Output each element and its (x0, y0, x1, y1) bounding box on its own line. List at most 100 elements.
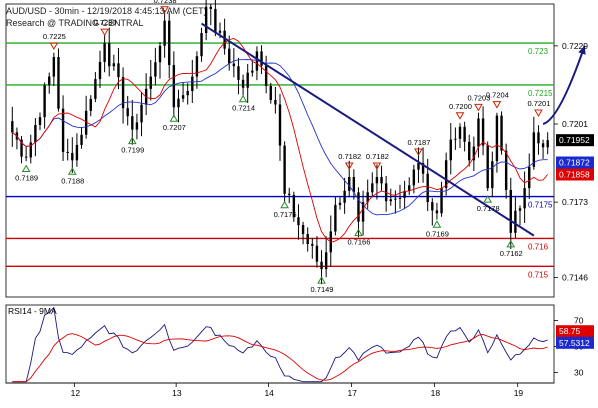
high-label-20: 0.7201 (527, 99, 550, 108)
price-tick-label-0: 0.7229 (562, 41, 588, 51)
candle-body (338, 202, 342, 205)
time-axis: 12 13 14 17 18 19 (6, 382, 554, 398)
high-label-2: 0.7238 (154, 0, 177, 5)
candle-body (288, 193, 291, 195)
high-marker (474, 103, 483, 112)
time-tick-label-3: 17 (348, 388, 358, 398)
candle-body (163, 20, 166, 46)
candle-body (375, 177, 379, 184)
candle-body (297, 217, 300, 226)
low-marker (169, 114, 179, 122)
candle-body (458, 126, 462, 139)
candle-body (278, 104, 282, 146)
low-label-3: 0.7189 (15, 173, 38, 182)
low-marker (280, 200, 289, 209)
candle-body (241, 79, 245, 88)
candle-body (412, 169, 416, 186)
low-marker (238, 94, 248, 103)
candle-body (131, 116, 134, 130)
candle-body (154, 62, 157, 77)
candle-body (34, 124, 37, 143)
candle-body (181, 95, 185, 99)
price-badge-label-0: 0.71952 (559, 135, 590, 145)
candle-body (274, 100, 277, 105)
candle-body (514, 210, 517, 233)
candle-body (94, 79, 97, 99)
candle-body (371, 183, 374, 193)
high-label-15: 0.7200 (449, 102, 472, 111)
rsi-badge-label-0: 58.75 (559, 326, 581, 336)
rsi-tick-label-2: 30 (574, 368, 584, 378)
high-label-17: 0.7204 (486, 91, 509, 100)
candle-body (80, 134, 83, 145)
price-tick-label-2: 0.7173 (562, 197, 588, 207)
high-marker (534, 109, 543, 117)
candle-body (398, 197, 402, 199)
high-label-1: 0.7230 (94, 18, 117, 27)
candle-body (546, 140, 549, 148)
candle-body (417, 163, 420, 170)
level-label-0: 0.723 (528, 47, 549, 56)
candle-body (528, 166, 531, 189)
low-label-7: 0.7214 (232, 104, 255, 113)
candle-body (43, 85, 46, 118)
candle-body (172, 65, 176, 108)
candle-body (509, 189, 512, 233)
candle-body (191, 76, 194, 91)
candle-body (11, 121, 14, 133)
low-label-18: 0.7178 (477, 204, 500, 213)
candle-body (103, 43, 106, 62)
candle-body (463, 126, 466, 142)
time-tick-label-1: 13 (172, 388, 182, 398)
low-marker (432, 220, 442, 228)
candle-body (389, 199, 392, 202)
candle-body (264, 65, 268, 86)
high-label-0: 0.7225 (43, 32, 66, 41)
rsi-badge-label-1: 57.5312 (559, 338, 590, 348)
price-chart-canvas: 0.723 0.7215 0.7175 0.716 0.715 0.7225 0.7230 0… (5, 0, 594, 398)
candle-body (112, 63, 116, 67)
high-label-10: 0.7182 (338, 152, 361, 161)
candle-body (48, 76, 51, 86)
rsi-ma-line (12, 333, 548, 383)
candle-body (426, 173, 429, 203)
candle-body (228, 48, 231, 64)
candle-body (486, 145, 489, 189)
candle-body (232, 63, 236, 67)
price-tick-label-1: 0.7201 (562, 119, 588, 129)
price-tick-label-3: 0.7146 (562, 272, 588, 282)
candle-body (269, 85, 272, 101)
candle-body (177, 98, 180, 108)
low-label-12: 0.7166 (347, 238, 370, 247)
candle-body (214, 8, 217, 33)
candle-body (541, 143, 545, 148)
candle-body (61, 108, 65, 152)
level-label-4: 0.715 (528, 270, 549, 279)
high-label-11: 0.7182 (366, 152, 389, 161)
candle-body (98, 61, 102, 80)
candle-body (500, 115, 503, 151)
candle-body (200, 32, 203, 57)
candle-body (186, 90, 189, 96)
candle-body (380, 177, 383, 184)
rsi-panel-frame (5, 304, 555, 384)
candle-body (52, 57, 56, 77)
candle-body (504, 150, 508, 190)
candle-body (348, 177, 351, 191)
candle-body (477, 118, 480, 147)
level-label-2: 0.7175 (528, 201, 553, 210)
candle-body (89, 98, 92, 111)
candle-body (334, 204, 337, 232)
rsi-panel: RSI14 - 9MA70503058.7557.5312 (5, 304, 594, 384)
low-marker (21, 164, 31, 172)
candle-body (283, 145, 286, 194)
candle-body (218, 30, 222, 33)
candle-body (140, 104, 143, 123)
low-label-5: 0.7199 (121, 146, 144, 155)
candle-body (135, 122, 139, 130)
candle-body (117, 63, 120, 78)
low-label-19: 0.7162 (500, 249, 523, 258)
candle-body (168, 20, 171, 66)
candle-body (195, 56, 199, 77)
low-label-4: 0.7188 (61, 176, 84, 185)
